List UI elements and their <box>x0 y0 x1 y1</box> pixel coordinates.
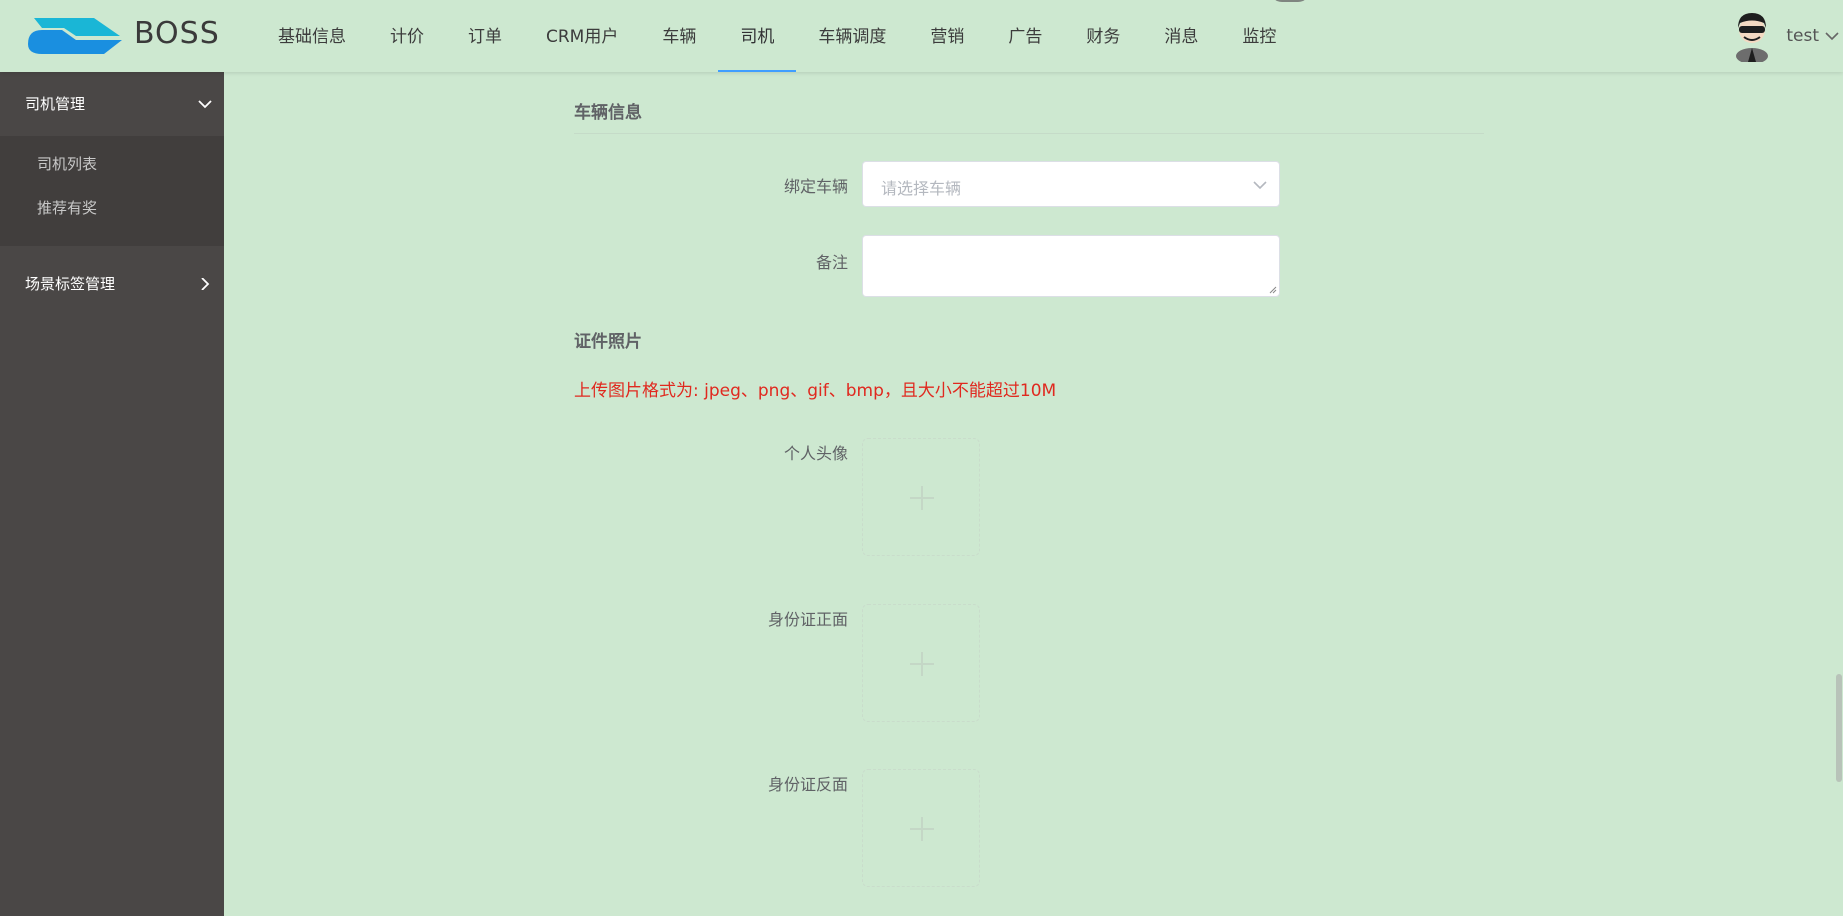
user-menu[interactable]: test <box>1730 0 1843 72</box>
avatar-icon <box>1736 13 1769 62</box>
plus-icon <box>910 652 934 676</box>
sidebar-submenu: 司机列表 推荐有奖 <box>0 136 224 246</box>
upload-format-hint: 上传图片格式为: jpeg、png、gif、bmp，且大小不能超过10M <box>574 381 1057 401</box>
nav-item-basic-info[interactable]: 基础信息 <box>256 0 368 72</box>
plus-icon <box>910 817 934 841</box>
id-front-uploader[interactable] <box>862 604 980 722</box>
nav-item-orders[interactable]: 订单 <box>446 0 524 72</box>
nav-item-vehicle-dispatch[interactable]: 车辆调度 <box>796 0 908 72</box>
sidebar: 司机管理 司机列表 推荐有奖 场景标签管理 <box>0 72 224 916</box>
nav-item-vehicles[interactable]: 车辆 <box>640 0 718 72</box>
chevron-right-icon <box>201 278 210 290</box>
sidebar-group-label: 场景标签管理 <box>25 275 116 293</box>
remark-label: 备注 <box>815 253 848 272</box>
nav-item-pricing[interactable]: 计价 <box>368 0 446 72</box>
logo-icon[interactable] <box>24 14 124 58</box>
chevron-down-icon <box>198 100 212 109</box>
sidebar-group-scene-tag-management[interactable]: 场景标签管理 <box>0 254 224 314</box>
bind-vehicle-select[interactable]: 请选择车辆 <box>862 161 1280 207</box>
nav-item-drivers[interactable]: 司机 <box>718 0 797 72</box>
upload-label-id-front: 身份证正面 <box>767 610 848 629</box>
top-nav: 基础信息 计价 订单 CRM用户 车辆 司机 车辆调度 营销 广告 财务 消息 … <box>256 0 1298 72</box>
upload-label-id-back: 身份证反面 <box>767 775 848 794</box>
chevron-down-icon[interactable] <box>1825 31 1839 41</box>
section-title-vehicle-info: 车辆信息 <box>574 103 642 123</box>
nav-item-monitoring[interactable]: 监控 <box>1220 0 1298 72</box>
username[interactable]: test <box>1786 26 1819 46</box>
chevron-down-icon <box>1253 181 1267 190</box>
section-divider <box>574 133 1484 134</box>
nav-item-marketing[interactable]: 营销 <box>908 0 986 72</box>
sidebar-item-driver-list[interactable]: 司机列表 <box>0 142 224 186</box>
plus-icon <box>910 486 934 510</box>
nav-item-messages[interactable]: 消息 <box>1142 0 1220 72</box>
main-content: 车辆信息 绑定车辆 请选择车辆 备注 证件照片 上传图片格式为: jpeg、pn… <box>224 72 1843 916</box>
bind-vehicle-placeholder: 请选择车辆 <box>881 179 962 198</box>
section-title-id-photos: 证件照片 <box>574 332 642 352</box>
sidebar-item-referral-reward[interactable]: 推荐有奖 <box>0 186 224 230</box>
nav-item-finance[interactable]: 财务 <box>1064 0 1142 72</box>
brand-name: BOSS <box>134 16 220 51</box>
bind-vehicle-label: 绑定车辆 <box>783 177 848 196</box>
nav-item-ads[interactable]: 广告 <box>986 0 1064 72</box>
remark-textarea[interactable] <box>862 235 1280 297</box>
upload-label-avatar: 个人头像 <box>783 444 848 463</box>
nav-item-crm-users[interactable]: CRM用户 <box>524 0 640 72</box>
sidebar-group-driver-management[interactable]: 司机管理 <box>0 72 224 136</box>
resize-grip-icon[interactable] <box>1269 286 1277 294</box>
sidebar-group-label: 司机管理 <box>25 95 86 113</box>
id-back-uploader[interactable] <box>862 769 980 887</box>
top-header: BOSS 基础信息 计价 订单 CRM用户 车辆 司机 车辆调度 营销 广告 财… <box>0 0 1843 72</box>
avatar-uploader[interactable] <box>862 438 980 556</box>
page-scrollbar[interactable] <box>1836 674 1842 782</box>
